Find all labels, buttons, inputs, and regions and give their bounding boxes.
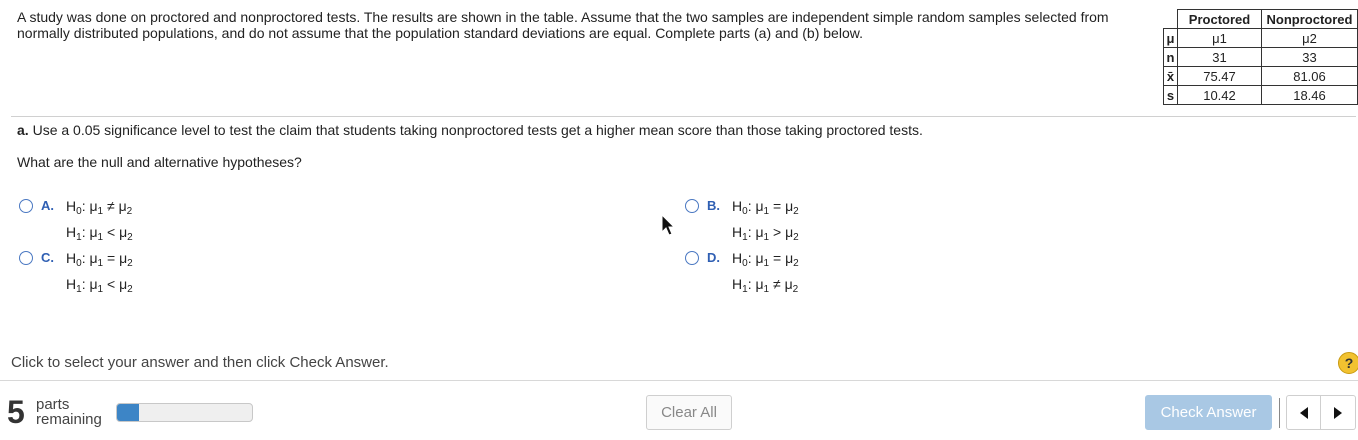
part-a-prefix: a. xyxy=(17,122,29,138)
table-row-label: s xyxy=(1163,85,1178,105)
previous-button[interactable] xyxy=(1286,395,1321,430)
next-button[interactable] xyxy=(1321,395,1356,430)
radio-button[interactable] xyxy=(685,199,699,213)
instruction-hint: Click to select your answer and then cli… xyxy=(11,354,389,371)
table-corner xyxy=(1163,9,1178,29)
radio-button[interactable] xyxy=(19,199,33,213)
table-cell: 75.47 xyxy=(1177,66,1262,86)
progress-fill xyxy=(117,404,139,421)
table-header-proctored: Proctored xyxy=(1177,9,1262,29)
table-header-nonproctored: Nonproctored xyxy=(1261,9,1358,29)
h0-relation: = xyxy=(107,250,116,266)
option-letter: A. xyxy=(41,198,54,213)
option-a[interactable]: A. H0: μ1 ≠ μ2 H1: μ1 < μ2 xyxy=(19,196,133,248)
option-c[interactable]: C. H0: μ1 = μ2 H1: μ1 < μ2 xyxy=(19,248,133,300)
table-cell: 33 xyxy=(1261,47,1358,67)
option-letter: D. xyxy=(707,250,720,265)
table-cell: μ1 xyxy=(1177,28,1262,48)
table-cell: 81.06 xyxy=(1261,66,1358,86)
radio-button[interactable] xyxy=(685,251,699,265)
table-row-label: x̄ xyxy=(1163,66,1178,86)
table-cell: 10.42 xyxy=(1177,85,1262,105)
h0-relation: = xyxy=(773,250,782,266)
footer-divider xyxy=(0,380,1358,381)
parts-label-line1: parts xyxy=(36,396,70,413)
h0-relation: = xyxy=(773,198,782,214)
clear-all-button[interactable]: Clear All xyxy=(646,395,732,430)
hypotheses: H0: μ1 = μ2 H1: μ1 > μ2 xyxy=(732,198,799,243)
mouse-cursor-icon xyxy=(661,214,676,236)
part-a-text: a. Use a 0.05 significance level to test… xyxy=(17,122,923,138)
parts-remaining-count: 5 xyxy=(7,394,25,430)
table-row-label: μ xyxy=(1163,28,1178,48)
sub-question: What are the null and alternative hypoth… xyxy=(17,154,302,170)
section-divider xyxy=(11,116,1356,117)
hypotheses: H0: μ1 = μ2 H1: μ1 < μ2 xyxy=(66,250,133,295)
option-letter: B. xyxy=(707,198,720,213)
table-row: μ μ1 μ2 xyxy=(1163,28,1358,48)
table-cell: μ2 xyxy=(1261,28,1358,48)
table-cell: 31 xyxy=(1177,47,1262,67)
option-d[interactable]: D. H0: μ1 = μ2 H1: μ1 ≠ μ2 xyxy=(685,248,799,300)
part-a-body: Use a 0.05 significance level to test th… xyxy=(32,122,923,138)
hypotheses: H0: μ1 = μ2 H1: μ1 ≠ μ2 xyxy=(732,250,799,295)
progress-bar xyxy=(116,403,253,422)
h1-relation: ≠ xyxy=(773,276,781,292)
h1-relation: < xyxy=(107,276,116,292)
nav-separator xyxy=(1279,398,1280,428)
hypotheses: H0: μ1 ≠ μ2 H1: μ1 < μ2 xyxy=(66,198,133,243)
triangle-right-icon xyxy=(1334,406,1342,419)
triangle-left-icon xyxy=(1299,406,1308,419)
h1-relation: > xyxy=(773,224,782,240)
table-row: n 31 33 xyxy=(1163,47,1358,67)
parts-label-line2: remaining xyxy=(36,411,102,428)
data-table: Proctored Nonproctored μ μ1 μ2 n 31 33 x… xyxy=(1163,9,1358,105)
option-b[interactable]: B. H0: μ1 = μ2 H1: μ1 > μ2 xyxy=(685,196,799,248)
table-row: x̄ 75.47 81.06 xyxy=(1163,66,1358,86)
h0-relation: ≠ xyxy=(107,198,115,214)
h1-relation: < xyxy=(107,224,116,240)
question-prompt: A study was done on proctored and nonpro… xyxy=(17,9,1109,41)
table-cell: 18.46 xyxy=(1261,85,1358,105)
option-letter: C. xyxy=(41,250,54,265)
parts-remaining-label: parts remaining xyxy=(36,397,102,427)
table-row-label: n xyxy=(1163,47,1178,67)
help-icon[interactable]: ? xyxy=(1338,352,1358,374)
check-answer-button[interactable]: Check Answer xyxy=(1145,395,1272,430)
radio-button[interactable] xyxy=(19,251,33,265)
table-header-row: Proctored Nonproctored xyxy=(1163,9,1358,29)
table-row: s 10.42 18.46 xyxy=(1163,85,1358,105)
